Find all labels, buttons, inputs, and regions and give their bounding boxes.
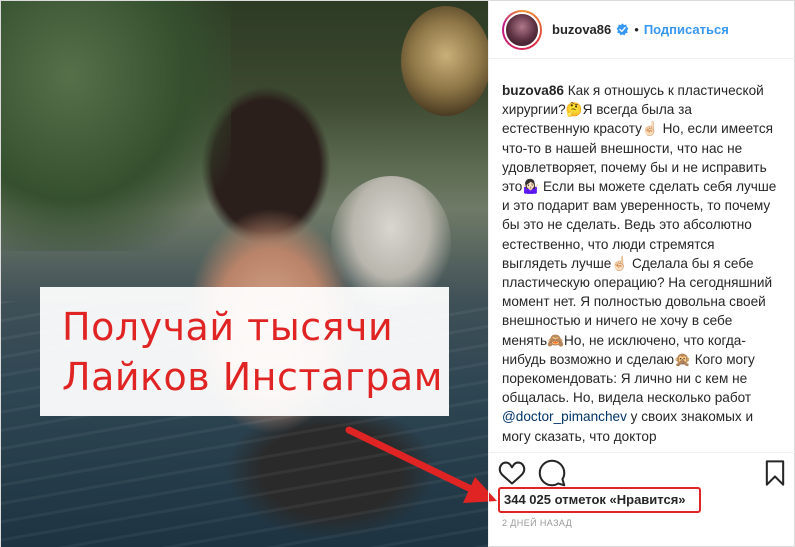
promo-banner: Получай тысячи Лайков Инстаграм bbox=[40, 287, 449, 416]
post-caption: buzova86 Как я отношусь к пластической х… bbox=[502, 81, 781, 446]
header-username[interactable]: buzova86 bbox=[552, 22, 611, 37]
instagram-post: Получай тысячи Лайков Инстаграм buzova86… bbox=[0, 0, 795, 547]
action-bar bbox=[489, 452, 795, 492]
comment-icon[interactable] bbox=[538, 459, 566, 487]
bookmark-icon[interactable] bbox=[761, 459, 789, 487]
caption-mention[interactable]: @doctor_pimanchev bbox=[502, 409, 627, 424]
avatar[interactable] bbox=[502, 9, 542, 50]
promo-line-1: Получай тысячи bbox=[62, 304, 394, 349]
post-header: buzova86 • Подписаться bbox=[489, 1, 795, 59]
caption-text-1: Как я отношусь к пластической хирургии?🤔… bbox=[502, 83, 777, 406]
caption-username[interactable]: buzova86 bbox=[502, 83, 564, 98]
post-sidebar: buzova86 • Подписаться buzova86 Как я от… bbox=[488, 1, 795, 547]
photo-lamp bbox=[401, 6, 488, 116]
header-separator: • bbox=[634, 22, 639, 37]
photo-foliage bbox=[1, 1, 231, 251]
caption-area[interactable]: buzova86 Как я отношусь к пластической х… bbox=[489, 60, 795, 452]
post-photo[interactable]: Получай тысячи Лайков Инстаграм bbox=[1, 1, 488, 547]
verified-icon bbox=[616, 23, 629, 36]
likes-count[interactable]: 344 025 отметок «Нравится» bbox=[498, 487, 701, 513]
heart-icon[interactable] bbox=[498, 459, 526, 487]
follow-button[interactable]: Подписаться bbox=[644, 22, 729, 37]
post-timestamp[interactable]: 2 дней назад bbox=[502, 518, 572, 528]
promo-line-2: Лайков Инстаграм bbox=[62, 354, 443, 399]
